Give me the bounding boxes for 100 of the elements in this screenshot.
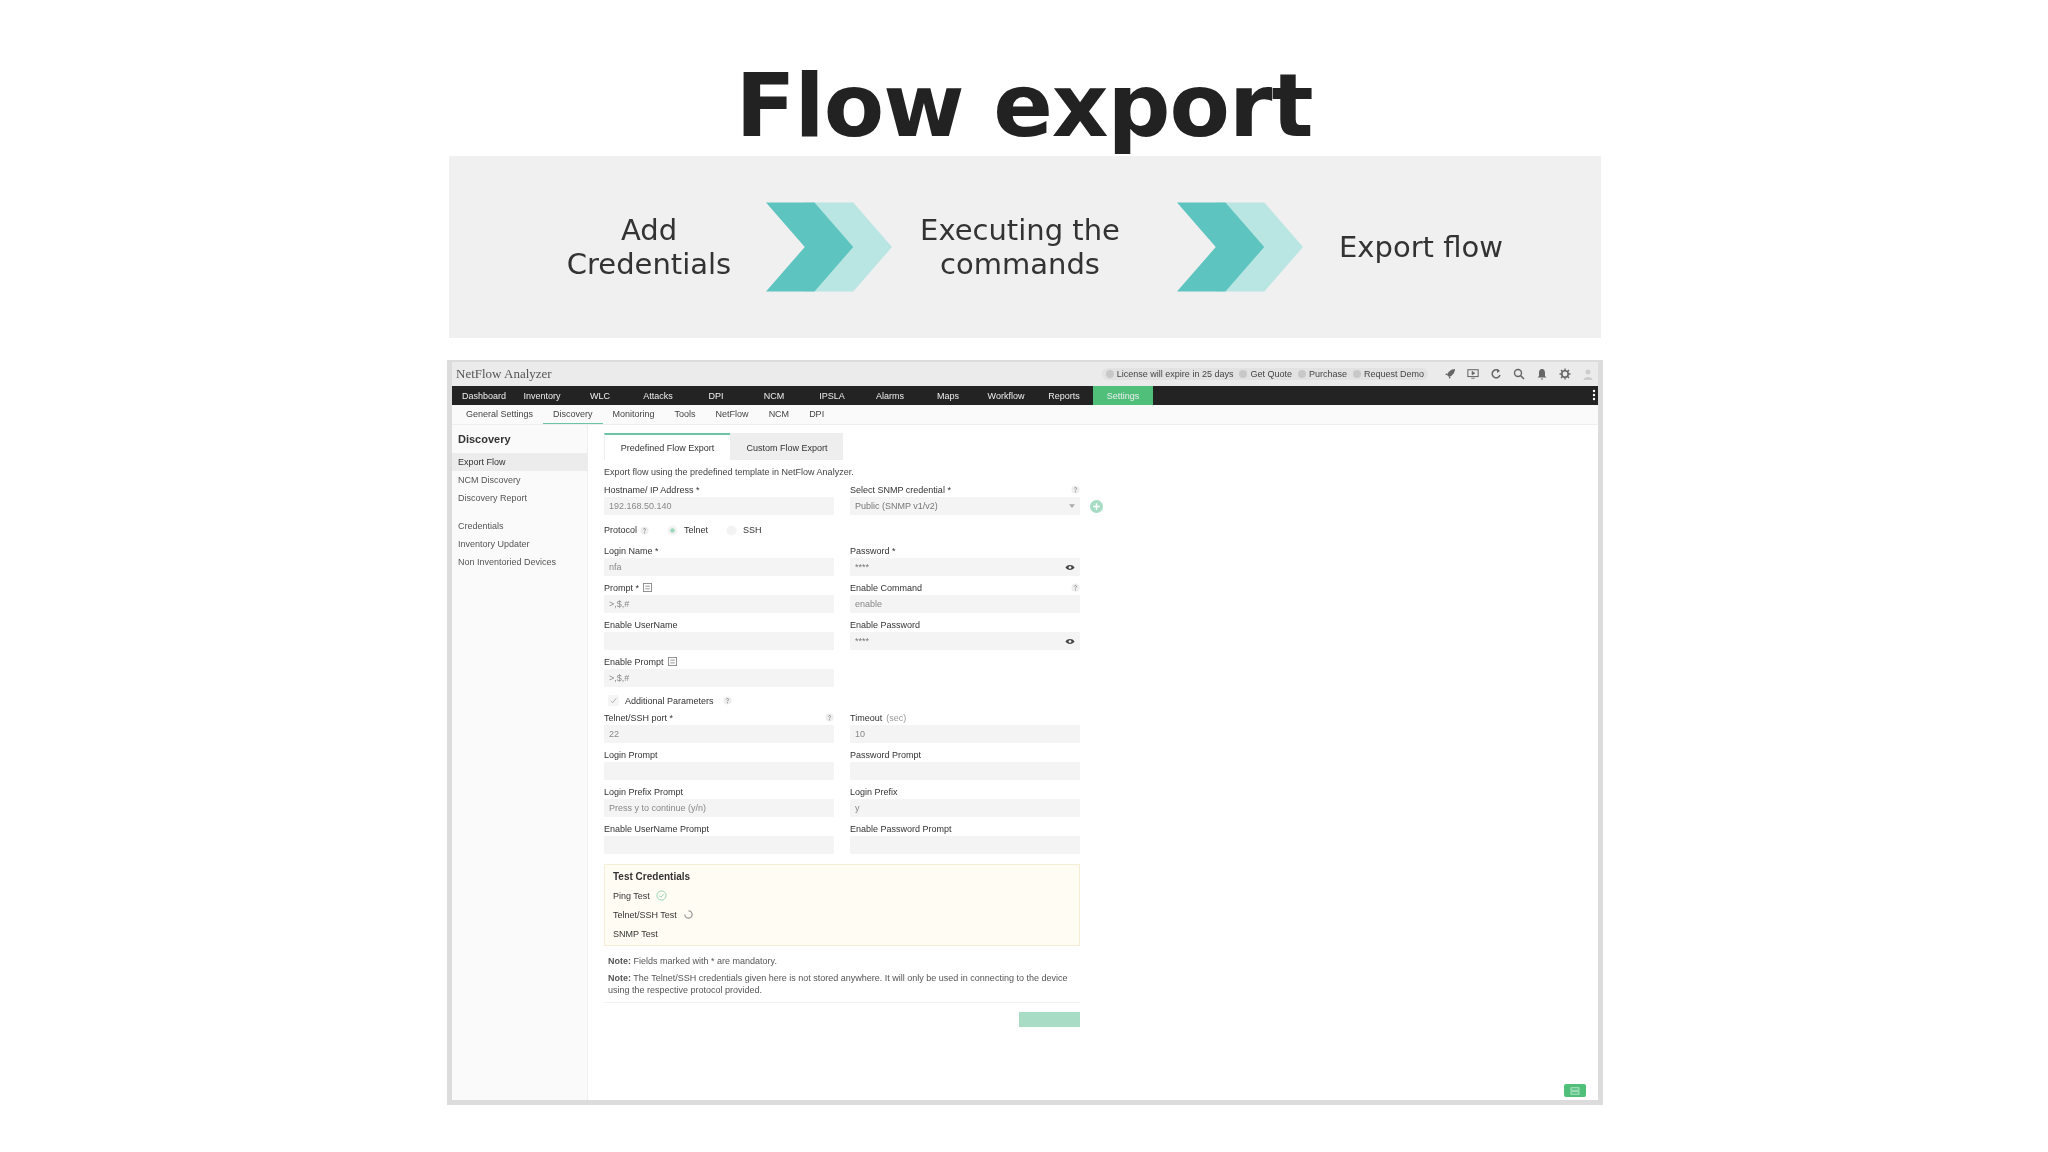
sub-nav-tab[interactable]: Discovery bbox=[543, 405, 603, 424]
nav-tab[interactable]: Alarms bbox=[861, 386, 919, 405]
refresh-icon[interactable] bbox=[1490, 368, 1502, 380]
list-icon[interactable] bbox=[667, 657, 677, 666]
chevron-arrow-icon bbox=[1177, 202, 1303, 292]
input-field[interactable]: >,$,# bbox=[604, 669, 834, 687]
field-label: Password Prompt bbox=[850, 749, 922, 760]
header-link[interactable]: Request Demo bbox=[1352, 369, 1424, 379]
radio-icon[interactable] bbox=[667, 524, 679, 536]
field-label: Enable Command bbox=[850, 582, 923, 593]
field-label: Enable UserName bbox=[604, 619, 678, 630]
nav-tab[interactable]: Attacks bbox=[629, 386, 687, 405]
sidebar-item[interactable]: Discovery Report bbox=[452, 489, 587, 507]
field-label: Timeout bbox=[850, 712, 883, 723]
sub-nav-tab[interactable]: DPI bbox=[799, 405, 835, 424]
field-label: Login Prefix Prompt bbox=[604, 786, 684, 797]
test-label: Ping Test bbox=[613, 890, 650, 901]
field-label: Enable UserName Prompt bbox=[604, 823, 710, 834]
header-link[interactable]: Get Quote bbox=[1239, 369, 1292, 379]
field-label: Hostname/ IP Address * bbox=[604, 484, 700, 495]
sidebar-item[interactable]: Export Flow bbox=[452, 453, 587, 471]
eye-icon[interactable] bbox=[1065, 637, 1075, 645]
step-label: Export flow bbox=[1338, 230, 1504, 264]
sidebar-item[interactable]: Non Inventoried Devices bbox=[452, 553, 587, 571]
input-field[interactable]: >,$,# bbox=[604, 595, 834, 613]
more-icon[interactable] bbox=[1592, 389, 1596, 401]
tab[interactable]: Predefined Flow Export bbox=[604, 433, 730, 460]
nav-tab[interactable]: Inventory bbox=[513, 386, 571, 405]
field-label: Login Name * bbox=[604, 545, 659, 556]
radio-option[interactable]: Telnet bbox=[667, 524, 709, 536]
header-link[interactable]: Purchase bbox=[1297, 369, 1347, 379]
sub-nav-tab[interactable]: General Settings bbox=[456, 405, 544, 424]
field-label: Enable Prompt bbox=[604, 656, 664, 667]
help-icon[interactable] bbox=[640, 525, 650, 535]
nav-tab[interactable]: Maps bbox=[919, 386, 977, 405]
input-field[interactable]: 192.168.50.140 bbox=[604, 497, 834, 515]
field-label: Select SNMP credential * bbox=[850, 484, 951, 495]
sub-nav-tab[interactable]: Monitoring bbox=[602, 405, 665, 424]
eye-icon[interactable] bbox=[1065, 563, 1075, 571]
field-label: Login Prefix bbox=[850, 786, 898, 797]
search-icon[interactable] bbox=[1513, 368, 1525, 380]
test-label: Telnet/SSH Test bbox=[613, 909, 677, 920]
unit-label: (sec) bbox=[886, 712, 907, 723]
checkbox[interactable] bbox=[608, 695, 619, 706]
chevron-arrow-icon bbox=[766, 202, 892, 292]
header-link[interactable]: License will expire in 25 days bbox=[1105, 369, 1234, 379]
help-icon[interactable] bbox=[1071, 485, 1080, 494]
sidebar-item[interactable]: NCM Discovery bbox=[452, 471, 587, 489]
sub-nav-tab[interactable]: NetFlow bbox=[705, 405, 759, 424]
input-field[interactable]: enable bbox=[850, 595, 1080, 613]
settings-icon[interactable] bbox=[1559, 368, 1571, 380]
nav-tab[interactable]: Workflow bbox=[977, 386, 1035, 405]
password-field[interactable]: **** bbox=[850, 558, 1080, 576]
add-icon[interactable] bbox=[1090, 499, 1103, 513]
help-icon[interactable] bbox=[722, 696, 732, 705]
sub-nav-tab[interactable]: NCM bbox=[758, 405, 800, 424]
bell-icon[interactable] bbox=[1536, 368, 1548, 380]
caret-icon bbox=[1069, 504, 1075, 508]
user-avatar-icon[interactable] bbox=[1582, 368, 1594, 380]
note-text: Note: Fields marked with * are mandatory. bbox=[608, 955, 778, 967]
sub-nav-tab[interactable]: Tools bbox=[664, 405, 706, 424]
app-title: NetFlow Analyzer bbox=[456, 366, 552, 382]
sidebar-item[interactable]: Inventory Updater bbox=[452, 535, 587, 553]
nav-tab[interactable]: Reports bbox=[1035, 386, 1093, 405]
step-label: Add Credentials bbox=[565, 213, 733, 281]
sidebar-title: Discovery bbox=[457, 433, 512, 445]
tab[interactable]: Custom Flow Export bbox=[730, 433, 843, 460]
field-label: Login Prompt bbox=[604, 749, 658, 760]
slide-title: Flow export bbox=[735, 56, 1313, 156]
help-icon[interactable] bbox=[825, 713, 834, 722]
field-label: Telnet/SSH port * bbox=[604, 712, 674, 723]
input-field[interactable]: Press y to continue (y/n) bbox=[604, 799, 834, 817]
nav-tab[interactable]: IPSLA bbox=[803, 386, 861, 405]
note-text: Note: The Telnet/SSH credentials given here is not stored anywhere. It will only be used in connecting to the device using the respective protocol provided. bbox=[608, 972, 1069, 996]
radio-option[interactable]: SSH bbox=[726, 524, 762, 536]
checkbox-label: Additional Parameters bbox=[625, 695, 714, 706]
input-field[interactable]: nfa bbox=[604, 558, 834, 576]
nav-tab[interactable]: DPI bbox=[687, 386, 745, 405]
field-label: Password * bbox=[850, 545, 896, 556]
nav-tab[interactable]: Dashboard bbox=[455, 386, 513, 405]
field-label: Protocol bbox=[604, 525, 638, 535]
nav-tab[interactable]: NCM bbox=[745, 386, 803, 405]
input-field[interactable]: 22 bbox=[604, 725, 834, 743]
input-field[interactable]: 10 bbox=[850, 725, 1080, 743]
help-icon[interactable] bbox=[1071, 583, 1080, 592]
list-icon[interactable] bbox=[643, 583, 652, 592]
field-label: Enable Password bbox=[850, 619, 921, 630]
sidebar-item[interactable]: Credentials bbox=[452, 517, 587, 535]
input-field[interactable]: y bbox=[850, 799, 1080, 817]
field-label: Prompt * bbox=[604, 582, 639, 593]
panel-title: Test Credentials bbox=[613, 871, 692, 882]
rocket-icon[interactable] bbox=[1444, 368, 1456, 380]
snmp-credential-select[interactable]: Public (SNMP v1/v2) bbox=[850, 497, 1080, 515]
monitor-icon[interactable] bbox=[1467, 368, 1479, 380]
floating-button[interactable] bbox=[1564, 1084, 1586, 1097]
password-field[interactable]: **** bbox=[850, 632, 1080, 650]
test-label: SNMP Test bbox=[613, 928, 658, 939]
nav-tab[interactable]: WLC bbox=[571, 386, 629, 405]
step-label: Executing the commands bbox=[919, 213, 1121, 281]
stack-icon bbox=[1570, 1086, 1580, 1095]
